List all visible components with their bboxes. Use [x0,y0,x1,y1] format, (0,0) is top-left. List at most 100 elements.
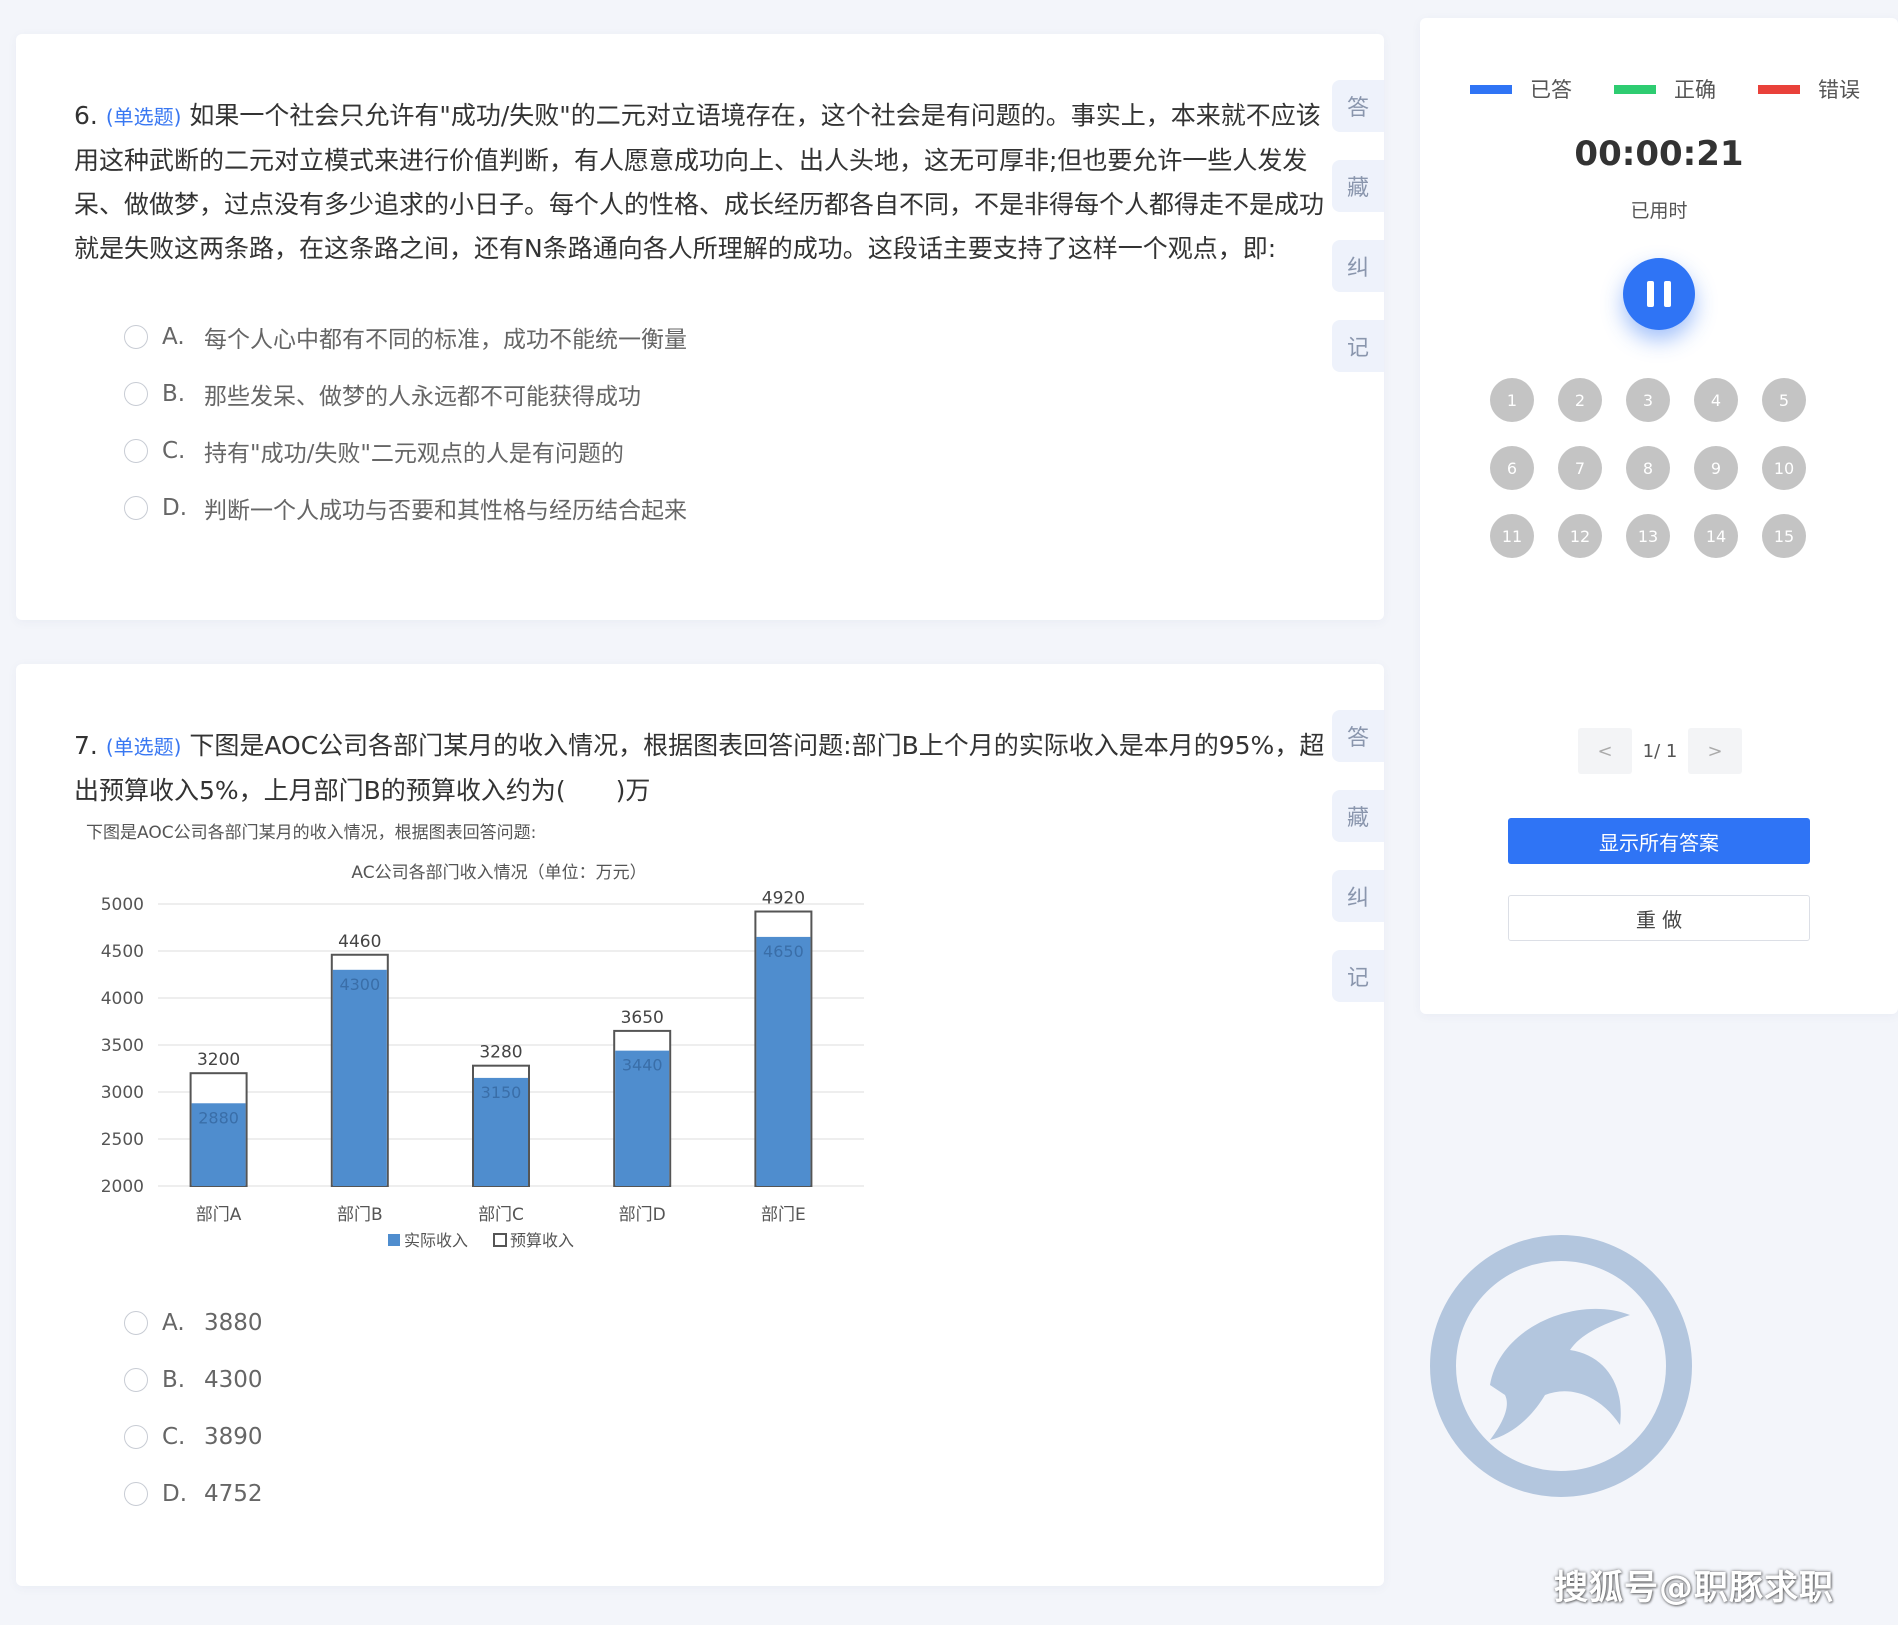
question-number: 6. [74,101,98,130]
options-list: A. 每个人心中都有不同的标准，成功不能统一衡量 B. 那些发呆、做梦的人永远都不可… [124,308,687,536]
data-label-budget: 3200 [197,1050,240,1070]
y-tick-label: 3500 [101,1036,144,1056]
y-tick-label: 2000 [101,1177,144,1197]
tab-favorite[interactable]: 藏 [1332,160,1384,212]
question-number-9[interactable]: 9 [1694,446,1738,490]
option-b[interactable]: B. 那些发呆、做梦的人永远都不可能获得成功 [124,365,687,422]
x-tick-label: 部门B [337,1205,383,1225]
question-number-7[interactable]: 7 [1558,446,1602,490]
side-tabs: 答 藏 纠 记 [1332,710,1384,1030]
legend-actual: 实际收入 [404,1231,468,1250]
data-label-budget: 3650 [621,1008,664,1028]
radio-icon[interactable] [124,495,148,520]
y-tick-label: 2500 [101,1130,144,1150]
question-text: 6. (单选题) 如果一个社会只允许有"成功/失败"的二元对立语境存在，这个社会… [74,94,1340,271]
y-tick-label: 3000 [101,1083,144,1103]
legend-correct: 正确 [1614,74,1716,104]
chart-caption: 下图是AOC公司各部门某月的收入情况，根据图表回答问题: [86,823,536,843]
question-body: 如果一个社会只允许有"成功/失败"的二元对立语境存在，这个社会是有问题的。事实上… [74,101,1325,263]
data-label-actual: 4300 [339,975,380,994]
x-tick-label: 部门A [196,1205,242,1225]
question-number-4[interactable]: 4 [1694,378,1738,422]
logo-dolphin [1490,1308,1630,1440]
x-tick-label: 部门D [619,1205,666,1225]
pause-icon [1647,281,1654,307]
page-indicator: 1/ 1 [1642,740,1678,762]
radio-icon[interactable] [124,1424,148,1449]
data-label-actual: 3150 [481,1083,522,1102]
option-c[interactable]: C. 持有"成功/失败"二元观点的人是有问题的 [124,422,687,479]
question-number-15[interactable]: 15 [1762,514,1806,558]
question-number-1[interactable]: 1 [1490,378,1534,422]
pause-button[interactable] [1623,258,1695,330]
show-all-answers-button[interactable]: 显示所有答案 [1508,818,1810,864]
watermark: 搜狐号@职豚求职 [1554,1568,1834,1608]
legend-wrong: 错误 [1758,74,1860,104]
side-tabs: 答 藏 纠 记 [1332,80,1384,400]
question-number-11[interactable]: 11 [1490,514,1534,558]
question-number-13[interactable]: 13 [1626,514,1670,558]
question-number-10[interactable]: 10 [1762,446,1806,490]
prev-page-button[interactable]: < [1578,728,1632,774]
question-card-6: 6. (单选题) 如果一个社会只允许有"成功/失败"的二元对立语境存在，这个社会… [16,34,1384,620]
question-body: 下图是AOC公司各部门某月的收入情况，根据图表回答问题:部门B上个月的实际收入是… [74,731,1325,805]
y-tick-label: 4500 [101,942,144,962]
question-number: 7. [74,731,98,760]
legend-swatch [1614,84,1656,94]
question-type: (单选题) [105,735,182,759]
option-a[interactable]: A. 3880 [124,1294,263,1351]
option-d[interactable]: D. 判断一个人成功与否要和其性格与经历结合起来 [124,479,687,536]
tab-answer[interactable]: 答 [1332,710,1384,762]
legend-swatch [1758,84,1800,94]
question-number-14[interactable]: 14 [1694,514,1738,558]
redo-button[interactable]: 重 做 [1508,895,1810,941]
radio-icon[interactable] [124,438,148,463]
question-number-2[interactable]: 2 [1558,378,1602,422]
tab-note[interactable]: 记 [1332,320,1384,372]
x-tick-label: 部门C [478,1205,524,1225]
bar-actual [756,936,811,1186]
data-label-budget: 4920 [762,889,805,909]
option-d[interactable]: D. 4752 [124,1465,263,1522]
tab-favorite[interactable]: 藏 [1332,790,1384,842]
elapsed-timer: 00:00:21 [1574,134,1744,174]
revenue-bar-chart: 下图是AOC公司各部门某月的收入情况，根据图表回答问题: AC公司各部门收入情况（… [86,823,864,1250]
tab-note[interactable]: 记 [1332,950,1384,1002]
question-number-5[interactable]: 5 [1762,378,1806,422]
legend-swatch-actual [388,1234,400,1246]
answer-sheet-panel: 已答 正确 错误 00:00:21 已用时 1 2 3 4 5 6 7 8 9 10 11 12 13 1… [1420,18,1898,1014]
y-tick-label: 5000 [101,895,144,915]
status-legend: 已答 正确 错误 [1470,74,1860,104]
question-type: (单选题) [105,105,182,129]
options-list: A. 3880 B. 4300 C. 3890 D. 4752 [124,1294,263,1522]
pager: < 1/ 1 > [1578,728,1742,774]
pause-icon [1664,281,1671,307]
radio-icon[interactable] [124,1310,148,1335]
dolphin-logo [1430,1235,1692,1497]
x-tick-label: 部门E [761,1205,806,1225]
question-number-grid: 1 2 3 4 5 6 7 8 9 10 11 12 13 14 15 [1490,378,1806,558]
question-number-12[interactable]: 12 [1558,514,1602,558]
next-page-button[interactable]: > [1688,728,1742,774]
option-a[interactable]: A. 每个人心中都有不同的标准，成功不能统一衡量 [124,308,687,365]
radio-icon[interactable] [124,1481,148,1506]
timer-label: 已用时 [1630,200,1688,222]
question-number-6[interactable]: 6 [1490,446,1534,490]
option-b[interactable]: B. 4300 [124,1351,263,1408]
radio-icon[interactable] [124,1367,148,1392]
bar-actual [332,969,387,1186]
chart-image: 下图是AOC公司各部门某月的收入情况，根据图表回答问题: AC公司各部门收入情况（… [74,816,868,1261]
radio-icon[interactable] [124,324,148,349]
question-number-3[interactable]: 3 [1626,378,1670,422]
tab-correction[interactable]: 纠 [1332,870,1384,922]
data-label-budget: 3280 [479,1043,522,1063]
tab-answer[interactable]: 答 [1332,80,1384,132]
legend-swatch [1470,84,1512,94]
radio-icon[interactable] [124,381,148,406]
question-card-7: 7. (单选题) 下图是AOC公司各部门某月的收入情况，根据图表回答问题:部门B… [16,664,1384,1586]
question-text: 7. (单选题) 下图是AOC公司各部门某月的收入情况，根据图表回答问题:部门B… [74,724,1340,813]
data-label-actual: 3440 [622,1056,663,1075]
tab-correction[interactable]: 纠 [1332,240,1384,292]
option-c[interactable]: C. 3890 [124,1408,263,1465]
question-number-8[interactable]: 8 [1626,446,1670,490]
